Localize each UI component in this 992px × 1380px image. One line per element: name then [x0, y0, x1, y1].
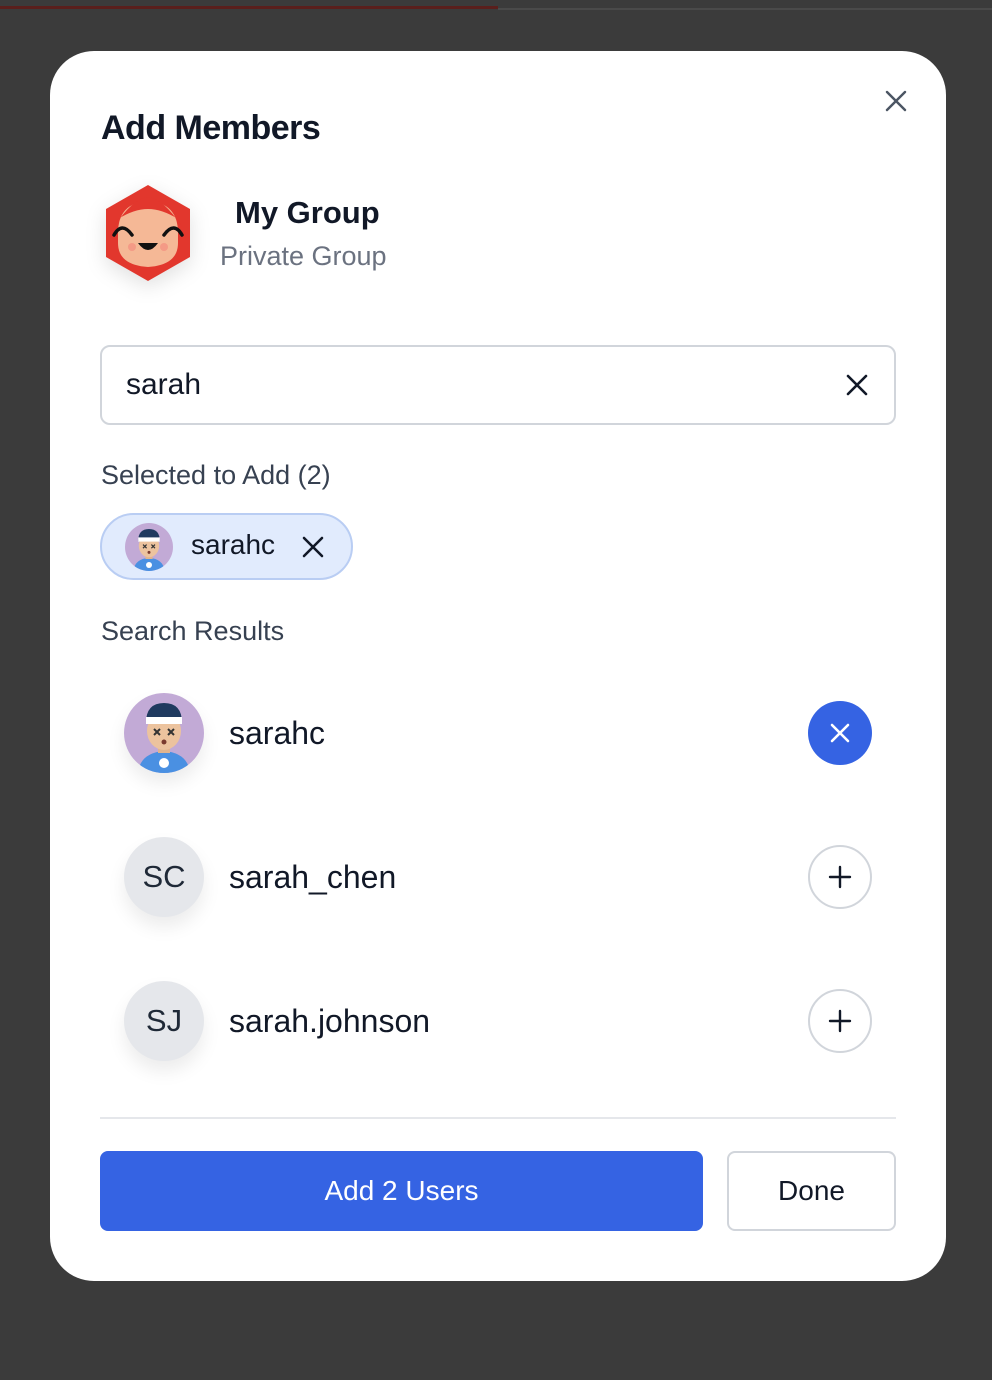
deselect-user-button[interactable]	[808, 701, 872, 765]
smiling-hexagon-avatar-icon	[106, 185, 190, 281]
close-icon	[885, 90, 907, 112]
footer-divider	[100, 1117, 896, 1119]
avatar: SC	[124, 837, 204, 917]
illustrated-user-avatar-icon	[124, 693, 204, 773]
plus-icon	[828, 1009, 852, 1033]
chip-remove-button[interactable]	[298, 532, 328, 562]
selected-user-chip: sarahc	[100, 513, 353, 580]
add-user-button[interactable]	[808, 989, 872, 1053]
loading-progress-bar	[0, 6, 498, 9]
search-results-label: Search Results	[101, 616, 285, 646]
close-icon	[302, 536, 324, 558]
add-user-button[interactable]	[808, 845, 872, 909]
avatar: SJ	[124, 981, 204, 1061]
result-username: sarahc	[229, 715, 326, 751]
group-privacy-label: Private Group	[220, 241, 387, 271]
close-icon	[830, 723, 850, 743]
member-search-field[interactable]	[100, 345, 896, 425]
search-result-row[interactable]: SJ sarah.johnson	[100, 961, 896, 1081]
close-icon	[846, 374, 868, 396]
search-result-row[interactable]: sarahc	[100, 673, 896, 793]
done-button[interactable]: Done	[727, 1151, 896, 1231]
selected-section-label: Selected to Add (2)	[101, 460, 331, 490]
group-name: My Group	[235, 195, 380, 230]
member-search-input[interactable]	[126, 347, 806, 423]
avatar	[125, 523, 173, 571]
search-clear-button[interactable]	[840, 368, 874, 402]
group-avatar	[102, 183, 194, 283]
result-username: sarah.johnson	[229, 1003, 431, 1039]
chip-label: sarahc	[191, 529, 276, 560]
window-top-bar	[0, 0, 992, 10]
avatar	[124, 693, 204, 773]
top-bar-divider	[498, 8, 992, 10]
dialog-title: Add Members	[101, 109, 321, 147]
add-users-button[interactable]: Add 2 Users	[100, 1151, 703, 1231]
illustrated-user-avatar-icon	[125, 523, 173, 571]
dialog-close-button[interactable]	[880, 85, 912, 117]
plus-icon	[828, 865, 852, 889]
search-result-row[interactable]: SC sarah_chen	[100, 817, 896, 937]
add-members-dialog: Add Members My Group Private Group Selec…	[50, 51, 946, 1281]
result-username: sarah_chen	[229, 859, 397, 895]
